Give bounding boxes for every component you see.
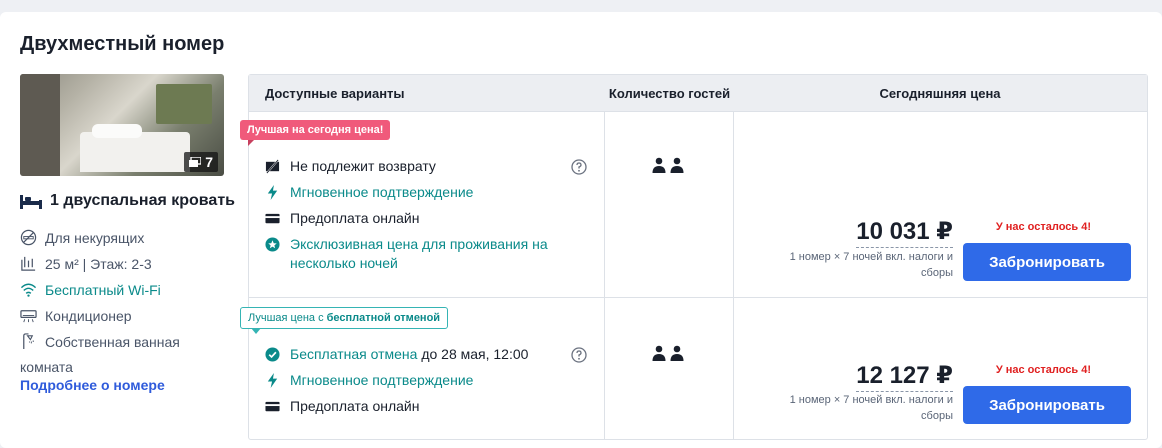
feature-text-line1: Эксклюзивная цена для проживания на: [290, 236, 548, 252]
info-icon[interactable]: [571, 159, 587, 175]
feature-text: Мгновенное подтверждение: [290, 184, 474, 200]
book-button[interactable]: Забронировать: [963, 386, 1131, 424]
feature-text: Эксклюзивная цена для проживания на неско…: [290, 235, 548, 273]
amenity-label: Собственная ванная: [45, 333, 180, 350]
person-icon: [670, 345, 684, 361]
tag-prefix: Лучшая цена с: [248, 312, 324, 324]
amenity-label: 25 м² | Этаж: 2-3: [45, 255, 152, 272]
price-note-line1: 1 номер × 7 ночей вкл. налоги и: [789, 394, 953, 406]
feature-instant-confirmation: Мгновенное подтверждение: [265, 371, 473, 390]
amenity-label: Кондиционер: [45, 307, 132, 324]
feature-no-refund: Не подлежит возврату: [265, 157, 436, 176]
rooms-left-badge: У нас осталось 4!: [995, 221, 1091, 233]
bed-icon: [20, 195, 42, 209]
rates-table: Доступные варианты Количество гостей Сег…: [240, 74, 1148, 440]
feature-text: Бесплатная отмена до 28 мая, 12:00: [290, 345, 528, 364]
price-note-line2: сборы: [921, 410, 953, 422]
feature-text: Предоплата онлайн: [290, 398, 420, 414]
room-photo[interactable]: 7: [20, 74, 224, 176]
air-conditioner-icon: [20, 310, 37, 323]
feature-text-main: Бесплатная отмена: [290, 346, 418, 362]
room-title: Двухместный номер: [20, 33, 225, 55]
feature-prepay: Предоплата онлайн: [265, 397, 419, 416]
best-price-tag: Лучшая на сегодня цена!: [240, 120, 391, 146]
photo-pillow: [92, 124, 142, 138]
person-icon: [670, 157, 684, 173]
lightning-icon: [267, 373, 278, 388]
feature-free-cancel: Бесплатная отмена до 28 мая, 12:00: [265, 345, 528, 364]
amenity-area: 25 м² | Этаж: 2-3: [20, 255, 152, 272]
star-badge-icon: [265, 237, 280, 252]
gallery-icon: [189, 157, 202, 167]
no-smoking-icon: [20, 229, 37, 246]
amenity-label: Для некурящих: [45, 229, 145, 246]
price: 10 031 ₽: [856, 219, 953, 248]
feature-text: Мгновенное подтверждение: [290, 372, 474, 388]
amenity-label: Бесплатный Wi-Fi: [45, 281, 161, 298]
shower-icon: [23, 333, 34, 350]
price-note-line2: сборы: [921, 267, 953, 279]
guest-count: [651, 345, 687, 361]
amenity-no-smoking: Для некурящих: [20, 229, 144, 246]
person-icon: [652, 157, 666, 173]
book-button[interactable]: Забронировать: [963, 243, 1131, 281]
price-note: 1 номер × 7 ночей вкл. налоги и сборы: [773, 249, 953, 281]
column-divider: [604, 112, 605, 439]
wifi-icon: [20, 283, 37, 297]
price-note-line1: 1 номер × 7 ночей вкл. налоги и: [789, 251, 953, 263]
bed-info: 1 двуспальная кровать: [20, 192, 235, 210]
room-details-link[interactable]: Подробнее о номере: [20, 377, 165, 393]
price-note: 1 номер × 7 ночей вкл. налоги и сборы: [773, 392, 953, 424]
feature-exclusive-price: Эксклюзивная цена для проживания на неско…: [265, 235, 548, 273]
feature-prepay: Предоплата онлайн: [265, 209, 419, 228]
info-icon[interactable]: [571, 347, 587, 363]
price: 12 127 ₽: [856, 363, 953, 392]
table-header: Доступные варианты Количество гостей Сег…: [249, 75, 1147, 112]
amenity-bathroom: Собственная ванная: [20, 333, 180, 350]
photo-artwork: [156, 84, 212, 124]
column-divider: [733, 112, 734, 439]
photo-bed: [80, 132, 190, 172]
free-cancel-tag: Лучшая цена с бесплатной отменой: [240, 307, 449, 334]
no-refund-icon: [265, 159, 280, 174]
card-icon: [265, 213, 280, 224]
bed-label: 1 двуспальная кровать: [50, 192, 235, 209]
amenity-wifi: Бесплатный Wi-Fi: [20, 281, 161, 298]
lightning-icon: [267, 185, 278, 200]
feature-instant-confirmation: Мгновенное подтверждение: [265, 183, 473, 202]
card-icon: [265, 401, 280, 412]
person-icon: [652, 345, 666, 361]
feature-text: Предоплата онлайн: [290, 210, 420, 226]
header-price: Сегодняшняя цена: [879, 86, 1001, 101]
feature-text-line2: несколько ночей: [290, 255, 398, 271]
guest-count: [651, 157, 687, 173]
room-card: Двухместный номер 7 1 двуспальная кроват…: [0, 12, 1162, 448]
photo-count: 7: [205, 154, 213, 170]
feature-text: Не подлежит возврату: [290, 158, 436, 174]
check-circle-icon: [265, 347, 280, 362]
photo-count-badge[interactable]: 7: [184, 152, 218, 172]
tag-bold: бесплатной отменой: [326, 312, 441, 324]
cancel-deadline: до 28 мая, 12:00: [421, 346, 529, 362]
rooms-left-badge: У нас осталось 4!: [995, 364, 1091, 376]
header-guests: Количество гостей: [608, 86, 731, 101]
row-divider: [249, 297, 1147, 298]
photo-wall: [20, 74, 60, 176]
amenity-label-continued: комната: [20, 359, 73, 375]
header-options: Доступные варианты: [265, 86, 405, 101]
amenity-ac: Кондиционер: [20, 307, 132, 324]
area-icon: [21, 256, 36, 271]
amenity-wrap-text: комната: [20, 359, 73, 375]
